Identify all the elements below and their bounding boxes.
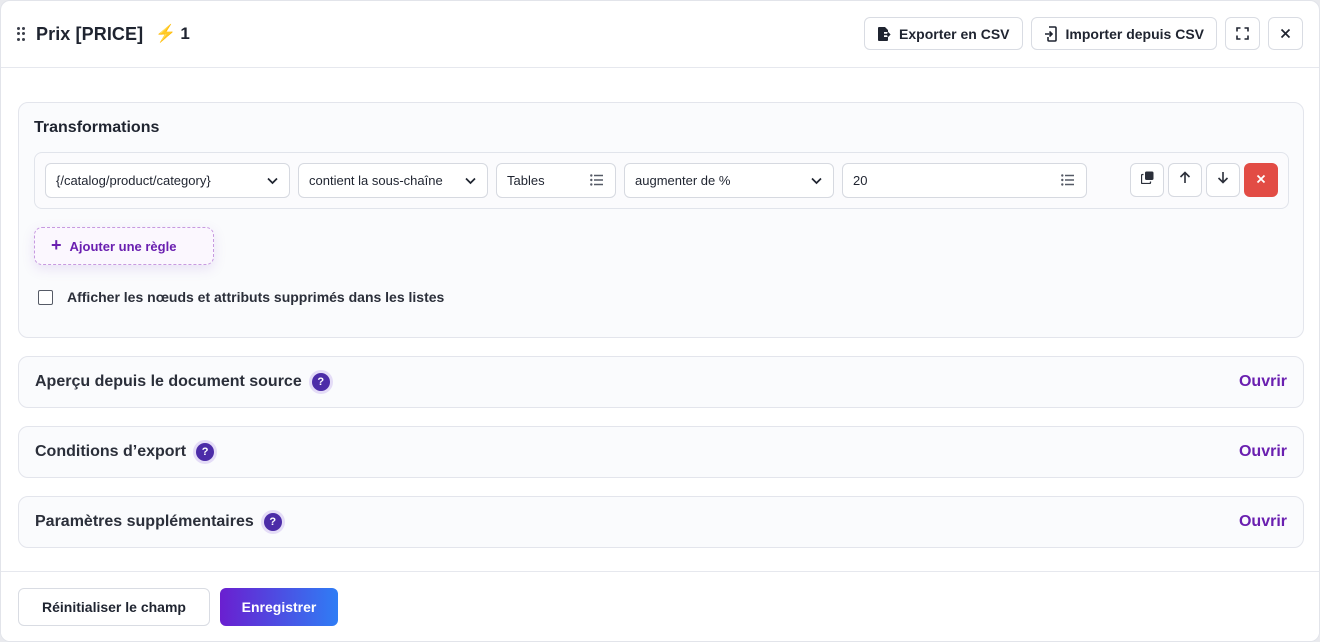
transformations-title: Transformations [34,119,160,136]
close-icon [1256,171,1266,189]
help-icon[interactable]: ? [311,373,330,391]
open-link[interactable]: Ouvrir [1239,513,1287,531]
source-field-value: {/catalog/product/category} [56,173,211,188]
import-csv-button[interactable]: Importer depuis CSV [1030,17,1217,50]
source-preview-section[interactable]: Aperçu depuis le document source ? Ouvri… [18,356,1304,408]
open-link[interactable]: Ouvrir [1239,373,1287,391]
section-title: Aperçu depuis le document source [35,373,302,390]
modal-content: Transformations {/catalog/product/catego… [18,102,1304,548]
action-value: augmenter de % [635,173,731,188]
additional-settings-section[interactable]: Paramètres supplémentaires ? Ouvrir [18,496,1304,548]
move-down-button[interactable] [1206,163,1240,197]
file-export-icon [877,26,891,42]
modal-header: Prix [PRICE] ⚡ 1 Exporter en CSV Importe… [1,1,1319,68]
delete-rule-button[interactable] [1244,163,1278,197]
action-select[interactable]: augmenter de % [624,163,834,198]
plus-icon: + [51,235,62,255]
export-conditions-section[interactable]: Conditions d’export ? Ouvrir [18,426,1304,478]
show-deleted-checkbox[interactable] [38,289,53,305]
show-deleted-option[interactable]: Afficher les nœuds et attributs supprimé… [38,289,444,305]
add-rule-button[interactable]: + Ajouter une règle [34,227,214,265]
list-icon[interactable] [590,174,603,189]
export-csv-label: Exporter en CSV [899,25,1010,42]
transformation-rule-row: {/catalog/product/category} contient la … [34,152,1289,209]
show-deleted-label: Afficher les nœuds et attributs supprimé… [67,289,445,305]
copy-icon [1140,171,1154,189]
drag-handle-icon[interactable] [17,27,27,41]
condition-select[interactable]: contient la sous-chaîne [298,163,488,198]
arrow-up-icon [1179,171,1191,189]
condition-value: contient la sous-chaîne [309,173,443,188]
save-button[interactable]: Enregistrer [220,588,338,626]
help-icon[interactable]: ? [263,513,282,531]
field-editor-modal: Prix [PRICE] ⚡ 1 Exporter en CSV Importe… [0,0,1320,642]
condition-value-text: Tables [507,173,545,188]
condition-value-input[interactable]: Tables [496,163,616,198]
action-value-input[interactable]: 20 [842,163,1087,198]
section-title: Paramètres supplémentaires [35,513,254,530]
modal-footer: Réinitialiser le champ Enregistrer [1,571,1319,641]
source-field-select[interactable]: {/catalog/product/category} [45,163,290,198]
fullscreen-button[interactable] [1225,17,1260,50]
duplicate-rule-button[interactable] [1130,163,1164,197]
chevron-down-icon [464,174,477,190]
reset-field-button[interactable]: Réinitialiser le champ [18,588,210,626]
close-button[interactable] [1268,17,1303,50]
lightning-icon: ⚡ [155,24,177,43]
chevron-down-icon [266,174,279,190]
list-icon[interactable] [1061,174,1074,189]
export-csv-button[interactable]: Exporter en CSV [864,17,1023,50]
section-title: Conditions d’export [35,443,187,460]
transformation-count-badge: 1 [180,24,190,43]
arrow-down-icon [1217,171,1229,189]
close-icon [1280,28,1291,39]
move-up-button[interactable] [1168,163,1202,197]
open-link[interactable]: Ouvrir [1239,443,1287,461]
help-icon[interactable]: ? [196,443,215,461]
file-import-icon [1044,25,1058,42]
action-value-text: 20 [853,173,868,188]
modal-title: Prix [PRICE] [36,23,144,44]
chevron-down-icon [810,174,823,190]
import-csv-label: Importer depuis CSV [1065,25,1204,42]
transformations-panel: Transformations {/catalog/product/catego… [18,102,1304,338]
add-rule-label: Ajouter une règle [69,238,177,254]
expand-icon [1236,27,1249,40]
